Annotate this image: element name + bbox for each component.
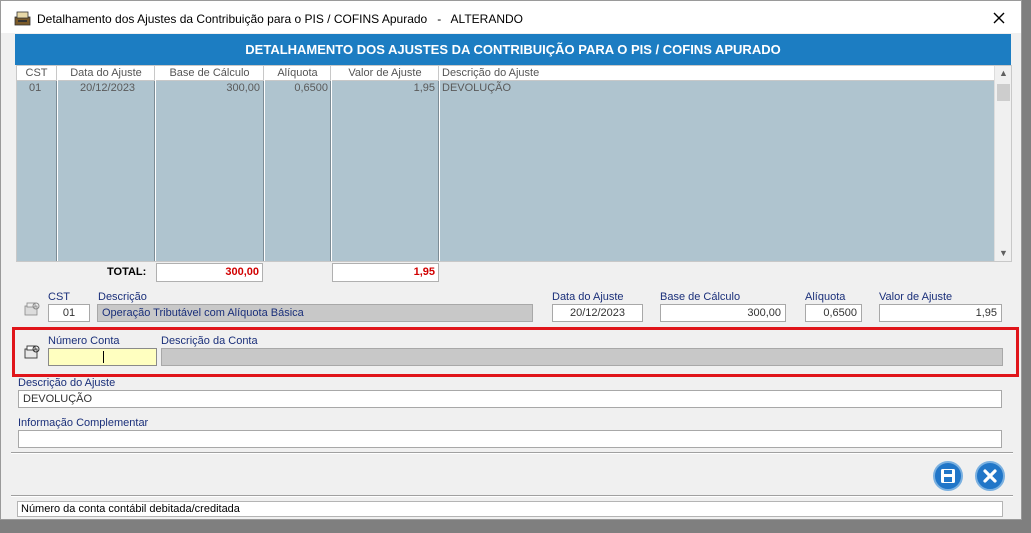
row-1-aliquota[interactable]: 0,6500 (265, 82, 328, 95)
column-cst (17, 81, 57, 261)
column-base (156, 81, 264, 261)
row-1-cst[interactable]: 01 (29, 82, 41, 95)
descricao-conta-label: Descrição da Conta (161, 335, 258, 347)
total-label: TOTAL: (107, 266, 147, 278)
column-header-aliquota[interactable]: Alíquota (265, 66, 331, 81)
scroll-down-icon[interactable]: ▼ (999, 248, 1008, 258)
valor-ajuste-label: Valor de Ajuste (879, 291, 953, 303)
scroll-up-icon[interactable]: ▲ (999, 68, 1008, 78)
informacao-complementar-label: Informação Complementar (18, 417, 149, 429)
cancel-icon (983, 469, 997, 483)
descricao-conta-field (161, 348, 1003, 366)
column-header-descricao[interactable]: Descrição do Ajuste (440, 66, 995, 81)
cst-field[interactable]: 01 (48, 304, 90, 322)
base-calculo-label: Base de Cálculo (660, 291, 741, 303)
column-header-base[interactable]: Base de Cálculo (156, 66, 264, 81)
status-divider (11, 495, 1013, 497)
divider (11, 452, 1013, 454)
window-title: Detalhamento dos Ajustes da Contribuição… (37, 12, 524, 26)
column-valor (332, 81, 439, 261)
status-bar: Número da conta contábil debitada/credit… (17, 501, 1003, 517)
row-1-base[interactable]: 300,00 (156, 82, 260, 95)
app-icon (14, 11, 31, 26)
row-1-descricao[interactable]: DEVOLUÇÃO (442, 82, 511, 95)
aliquota-field[interactable]: 0,6500 (805, 304, 862, 322)
adjustments-table[interactable]: CST Data do Ajuste Base de Cálculo Alíqu… (16, 65, 1012, 262)
valor-ajuste-field[interactable]: 1,95 (879, 304, 1002, 322)
descricao-ajuste-label: Descrição do Ajuste (18, 377, 116, 389)
save-button[interactable] (933, 461, 963, 491)
descricao-ajuste-input[interactable]: DEVOLUÇÃO (18, 390, 1002, 408)
informacao-complementar-input[interactable] (18, 430, 1002, 448)
total-valor: 1,95 (332, 263, 439, 282)
title-bar: Detalhamento dos Ajustes da Contribuição… (1, 1, 1021, 33)
scrollbar-thumb[interactable] (997, 84, 1010, 101)
table-scrollbar[interactable]: ▲ ▼ (994, 66, 1011, 261)
total-base: 300,00 (156, 263, 263, 282)
column-descricao (440, 81, 995, 261)
save-icon (941, 469, 955, 483)
column-header-data[interactable]: Data do Ajuste (58, 66, 155, 81)
text-cursor (103, 351, 104, 363)
dialog-window: Detalhamento dos Ajustes da Contribuição… (0, 0, 1022, 520)
column-header-cst[interactable]: CST (17, 66, 57, 81)
descricao-field: Operação Tributável com Alíquota Básica (97, 304, 533, 322)
row-1-valor[interactable]: 1,95 (332, 82, 435, 95)
search-cst-icon[interactable] (23, 301, 41, 317)
base-calculo-field[interactable]: 300,00 (660, 304, 786, 322)
cancel-button[interactable] (975, 461, 1005, 491)
descricao-label: Descrição (98, 291, 147, 303)
page-title: DETALHAMENTO DOS AJUSTES DA CONTRIBUIÇÃO… (15, 34, 1011, 65)
column-header-valor[interactable]: Valor de Ajuste (332, 66, 439, 81)
data-ajuste-label: Data do Ajuste (552, 291, 624, 303)
close-icon[interactable] (991, 10, 1007, 26)
column-aliquota (265, 81, 331, 261)
data-ajuste-field[interactable]: 20/12/2023 (552, 304, 643, 322)
aliquota-label: Alíquota (805, 291, 846, 303)
cst-label: CST (48, 291, 70, 303)
search-conta-icon[interactable] (23, 344, 41, 360)
column-data (58, 81, 155, 261)
row-1-data[interactable]: 20/12/2023 (80, 82, 135, 95)
numero-conta-label: Número Conta (48, 335, 120, 347)
